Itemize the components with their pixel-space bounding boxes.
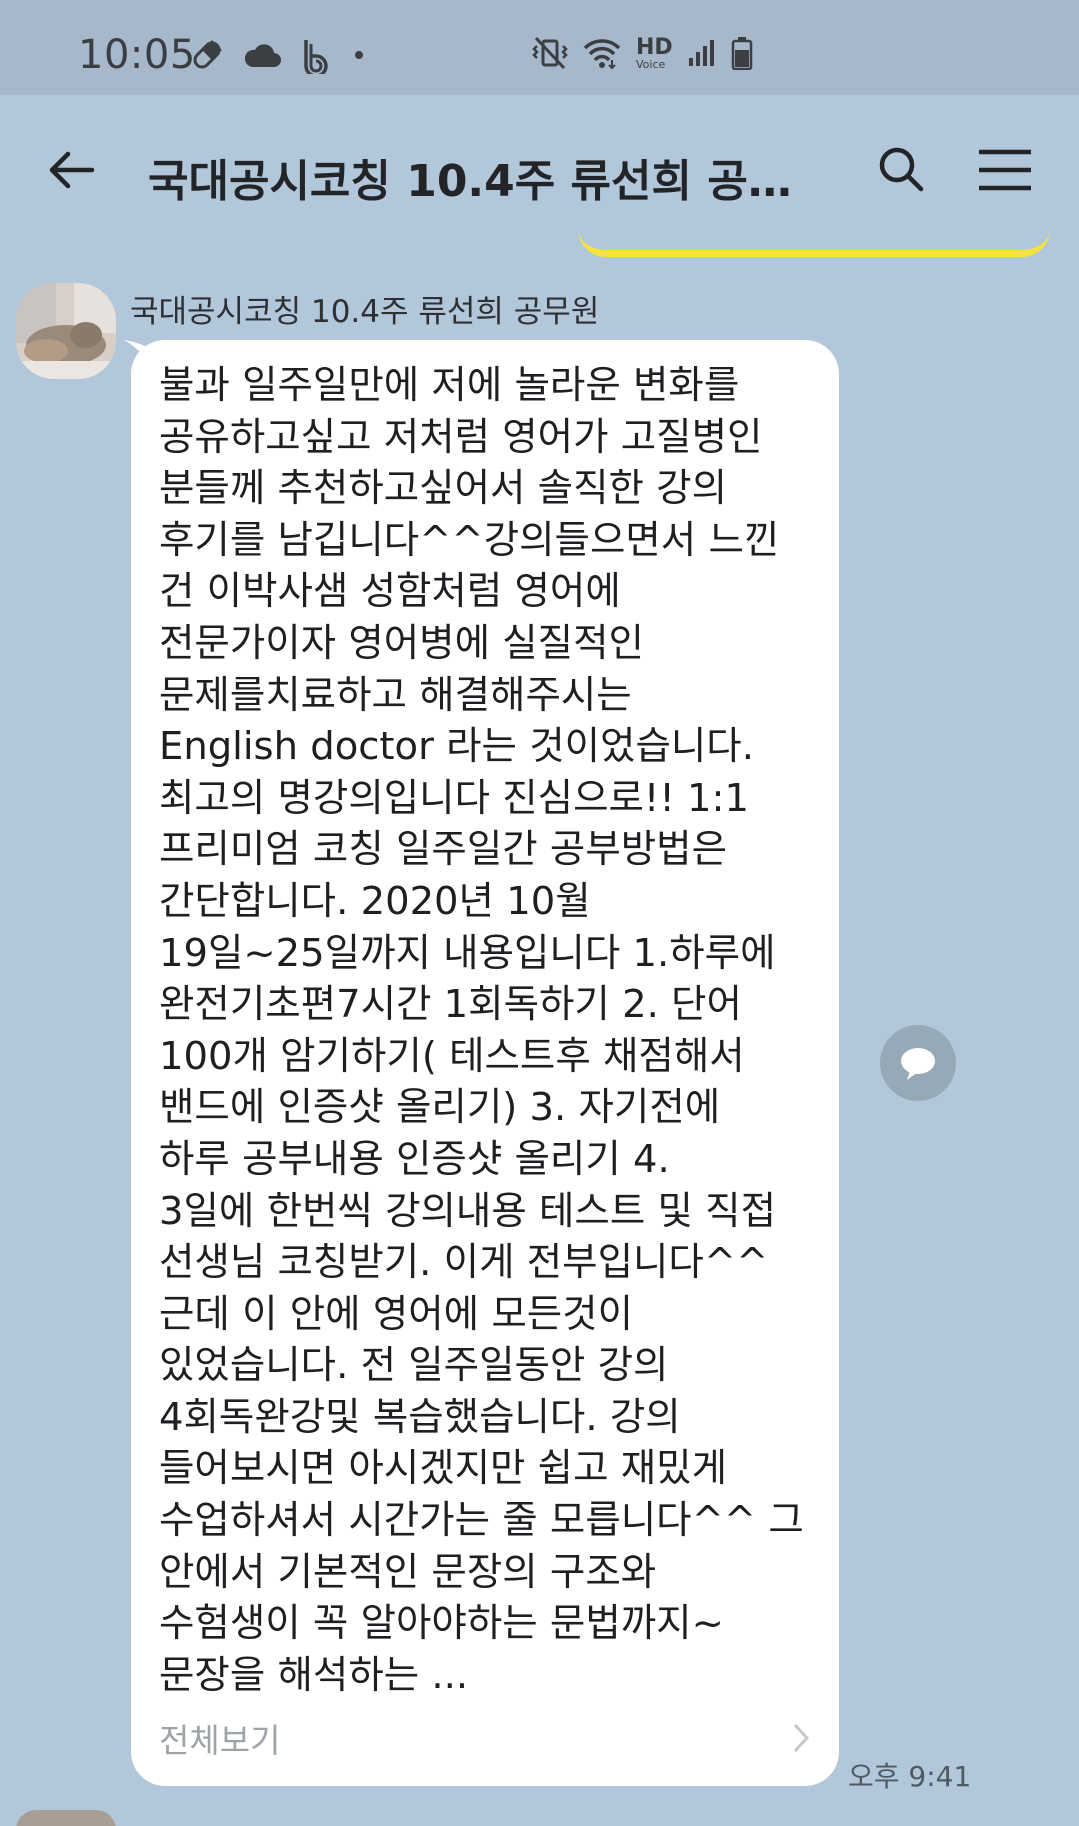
- sender-name: 국대공시코칭 10.4주 류선희 공무원: [130, 294, 600, 330]
- wifi-icon: [583, 39, 621, 70]
- band-b-icon: [304, 40, 328, 74]
- chevron-right-icon[interactable]: [791, 1721, 813, 1755]
- reply-button[interactable]: [880, 1025, 956, 1101]
- status-time: 10:05: [78, 32, 196, 78]
- see-all-link[interactable]: 전체보기: [159, 1714, 280, 1762]
- vibrate-mute-icon: [532, 36, 568, 70]
- message-bubble[interactable]: 불과 일주일만에 저에 놀라운 변화를 공유하고싶고 저처럼 영어가 고질병인 …: [131, 340, 839, 1786]
- hd-label: HD: [636, 34, 673, 60]
- dot-icon: [355, 51, 363, 59]
- battery-icon: [731, 37, 752, 70]
- back-arrow-icon[interactable]: [44, 140, 104, 200]
- avatar-photo: [16, 283, 116, 379]
- message-timestamp: 오후 9:41: [848, 1760, 972, 1793]
- pill-icon: [193, 40, 222, 69]
- message-text: 불과 일주일만에 저에 놀라운 변화를 공유하고싶고 저처럼 영어가 고질병인 …: [159, 363, 804, 1698]
- status-right-icons: HD Voice: [532, 36, 753, 70]
- hamburger-menu-icon[interactable]: [975, 140, 1035, 200]
- search-icon[interactable]: [872, 140, 932, 200]
- chat-screen: 10:05 HD Voice 국대공시코칭 10.4주 류선희 공무원 국대공시…: [0, 0, 1079, 1826]
- next-sender-avatar[interactable]: [16, 1810, 116, 1826]
- previous-outgoing-bubble[interactable]: [578, 200, 1050, 257]
- hd-voice-icon: HD Voice: [636, 34, 673, 71]
- cloud-icon: [244, 44, 281, 67]
- voice-label: Voice: [636, 57, 666, 71]
- signal-icon: [688, 40, 714, 66]
- sender-avatar[interactable]: [16, 283, 116, 379]
- status-left-icons: [190, 36, 366, 74]
- speech-bubble-icon: [901, 1048, 935, 1080]
- status-bar: 10:05 HD Voice: [0, 0, 1079, 95]
